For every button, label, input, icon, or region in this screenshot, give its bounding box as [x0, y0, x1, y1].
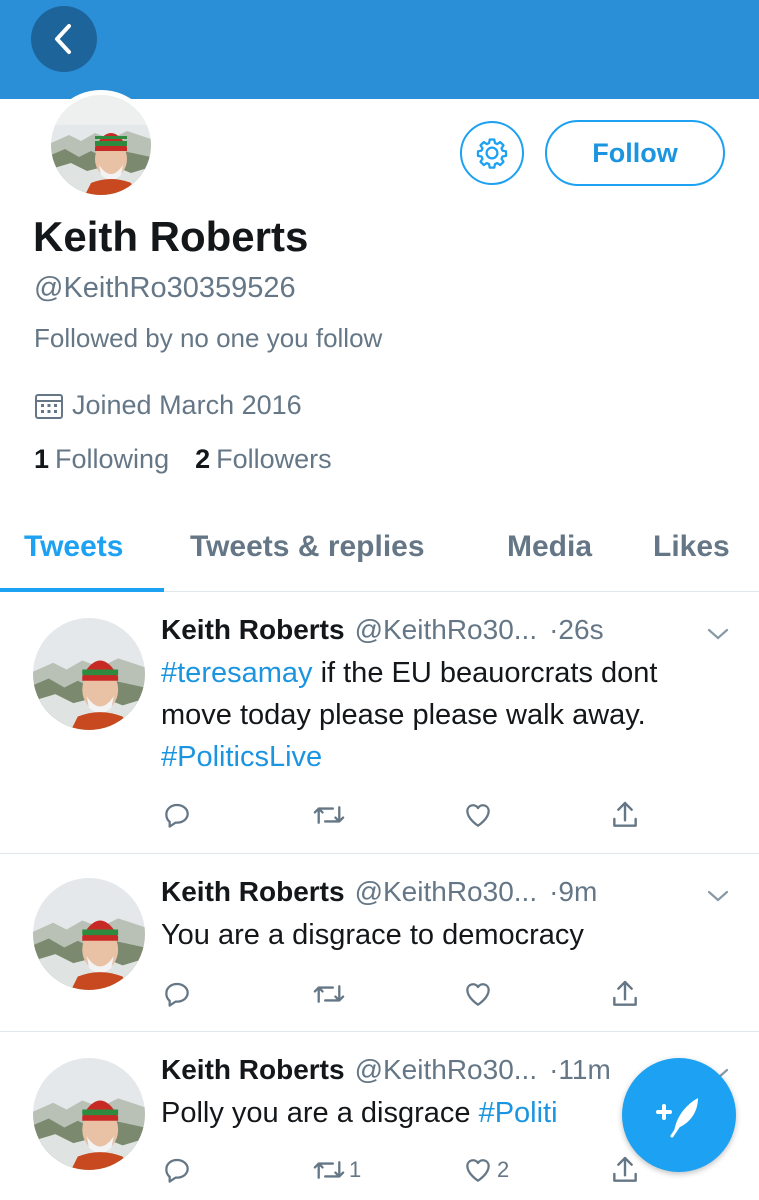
tweet-author-name[interactable]: Keith Roberts — [161, 1054, 345, 1086]
reply-icon — [165, 1158, 189, 1183]
profile-tabs: Tweets Tweets & replies Media Likes — [0, 510, 759, 592]
chevron-down-icon[interactable] — [706, 888, 730, 904]
back-button[interactable] — [31, 6, 97, 72]
settings-button[interactable] — [460, 121, 524, 185]
compose-icon — [656, 1098, 698, 1138]
following-label: Following — [55, 444, 170, 474]
like-button[interactable] — [461, 978, 495, 1010]
followers-stat[interactable]: 2 Followers — [195, 444, 332, 475]
like-button[interactable] — [461, 799, 495, 831]
avatar-image — [51, 95, 151, 195]
reply-button[interactable] — [161, 799, 193, 831]
reply-button[interactable] — [161, 1154, 193, 1186]
followed-by-text: Followed by no one you follow — [34, 323, 383, 353]
tweet-time: ·9m — [549, 876, 598, 907]
hashtag-link[interactable]: #PoliticsLive — [161, 741, 322, 773]
retweet-icon — [313, 1161, 345, 1179]
chevron-down-icon[interactable] — [706, 626, 730, 642]
tweet-header: Keith Roberts @KeithRo30... ·26s — [161, 614, 721, 646]
avatar-image — [33, 878, 145, 990]
tweet-author-name[interactable]: Keith Roberts — [161, 876, 345, 908]
like-icon — [466, 983, 490, 1006]
tab-media[interactable]: Media — [507, 530, 592, 564]
back-chevron-icon — [55, 24, 71, 54]
tweet-body: Polly you are a disgrace — [161, 1097, 479, 1129]
following-stat[interactable]: 1 Following — [34, 444, 169, 475]
follow-button[interactable]: Follow — [545, 120, 725, 186]
retweet-icon — [313, 985, 345, 1003]
hashtag-link[interactable]: #Politi — [479, 1097, 558, 1129]
tweet-header: Keith Roberts @KeithRo30... ·9m — [161, 876, 721, 908]
like-icon — [466, 804, 490, 827]
joined-date: Joined March 2016 — [34, 390, 302, 421]
profile-avatar[interactable] — [46, 90, 156, 200]
joined-label: Joined March 2016 — [72, 390, 302, 420]
tweet-text: You are a disgrace to democracy — [161, 919, 584, 951]
tweet-actions: 1 2 — [161, 1154, 661, 1190]
like-button[interactable]: 2 — [461, 1154, 509, 1186]
gear-icon — [476, 138, 508, 169]
followers-label: Followers — [216, 444, 332, 474]
hashtag-link[interactable]: #teresamay — [161, 657, 313, 689]
tweet-author-name[interactable]: Keith Roberts — [161, 614, 345, 646]
tweet-actions — [161, 799, 661, 835]
follow-stats: 1 Following 2 Followers — [34, 444, 332, 475]
tweet-avatar[interactable] — [33, 1058, 145, 1170]
tweet[interactable]: Keith Roberts @KeithRo30... ·9m You are … — [0, 854, 759, 1032]
share-icon — [613, 1156, 637, 1182]
calendar-icon — [35, 393, 63, 419]
share-icon — [613, 980, 637, 1006]
like-icon — [466, 1159, 490, 1182]
tweet-author-handle: @KeithRo30... — [354, 876, 538, 907]
retweet-button[interactable] — [311, 799, 347, 831]
tweet-actions — [161, 978, 661, 1014]
share-button[interactable] — [609, 799, 641, 831]
share-button[interactable] — [609, 1154, 641, 1186]
followers-count: 2 — [195, 444, 211, 474]
retweet-count: 1 — [349, 1157, 362, 1182]
tweet-time: ·11m — [549, 1054, 611, 1085]
tweet-author-handle: @KeithRo30... — [354, 1054, 538, 1085]
tweet-avatar[interactable] — [33, 618, 145, 730]
header-bar — [0, 0, 759, 99]
retweet-button[interactable] — [311, 978, 347, 1010]
profile-handle: @KeithRo30359526 — [34, 272, 296, 304]
following-count: 1 — [34, 444, 50, 474]
compose-tweet-button[interactable] — [622, 1058, 736, 1172]
tab-tweets[interactable]: Tweets — [24, 530, 123, 564]
tweet-author-handle: @KeithRo30... — [354, 614, 538, 645]
reply-icon — [165, 982, 189, 1007]
reply-button[interactable] — [161, 978, 193, 1010]
tab-likes[interactable]: Likes — [653, 530, 730, 564]
share-icon — [613, 801, 637, 827]
tab-tweets-replies[interactable]: Tweets & replies — [190, 530, 425, 564]
tweet-time: ·26s — [549, 614, 604, 645]
avatar-image — [33, 1058, 145, 1170]
profile-name: Keith Roberts — [33, 213, 309, 260]
retweet-button[interactable]: 1 — [311, 1154, 361, 1186]
tweet-text: #teresamay if the EU beauorcrats dont mo… — [161, 652, 731, 778]
reply-icon — [165, 803, 189, 828]
tweet[interactable]: Keith Roberts @KeithRo30... ·26s #teresa… — [0, 592, 759, 854]
share-button[interactable] — [609, 978, 641, 1010]
like-count: 2 — [497, 1157, 510, 1182]
tweet-avatar[interactable] — [33, 878, 145, 990]
avatar-image — [33, 618, 145, 730]
retweet-icon — [313, 806, 345, 824]
